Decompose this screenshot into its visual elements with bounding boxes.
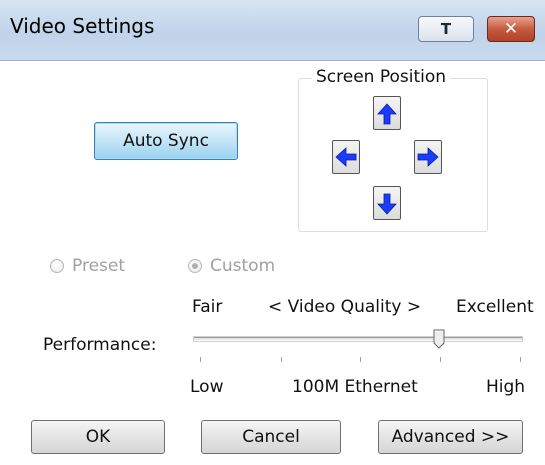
- preset-radio[interactable]: [50, 259, 64, 273]
- auto-sync-button[interactable]: Auto Sync: [94, 122, 238, 160]
- move-left-button[interactable]: [332, 140, 360, 174]
- left-arrow-icon: [335, 147, 357, 167]
- performance-label: Performance:: [43, 335, 157, 355]
- slider-tick: [520, 357, 521, 362]
- custom-radio[interactable]: [188, 259, 202, 273]
- quality-fair-label: Fair: [192, 297, 223, 317]
- performance-mid-label: 100M Ethernet: [292, 377, 418, 397]
- preset-radio-label: Preset: [72, 256, 126, 276]
- title-bar: Video Settings T ✕: [0, 0, 545, 61]
- window-title: Video Settings: [10, 14, 155, 38]
- slider-tick: [281, 357, 282, 362]
- move-down-button[interactable]: [373, 186, 401, 220]
- down-arrow-icon: [377, 193, 397, 215]
- pin-icon: T: [440, 20, 452, 38]
- right-arrow-icon: [417, 147, 439, 167]
- close-button[interactable]: ✕: [487, 16, 535, 42]
- cancel-button[interactable]: Cancel: [201, 420, 341, 454]
- close-icon: ✕: [503, 19, 519, 39]
- slider-tick: [360, 357, 361, 362]
- screen-position-label: Screen Position: [312, 67, 451, 87]
- video-quality-label: < Video Quality >: [268, 297, 422, 317]
- slider-tick: [440, 357, 441, 362]
- move-up-button[interactable]: [373, 96, 401, 130]
- custom-radio-label: Custom: [210, 256, 276, 276]
- performance-low-label: Low: [190, 377, 224, 397]
- ok-button[interactable]: OK: [31, 420, 165, 454]
- slider-tick: [200, 357, 201, 362]
- performance-slider-thumb[interactable]: [433, 329, 445, 349]
- performance-high-label: High: [486, 377, 526, 397]
- pin-button[interactable]: T: [418, 16, 474, 42]
- move-right-button[interactable]: [414, 140, 442, 174]
- quality-excellent-label: Excellent: [456, 297, 534, 317]
- advanced-button[interactable]: Advanced >>: [378, 420, 523, 454]
- up-arrow-icon: [377, 103, 397, 125]
- performance-slider-track[interactable]: [194, 337, 522, 341]
